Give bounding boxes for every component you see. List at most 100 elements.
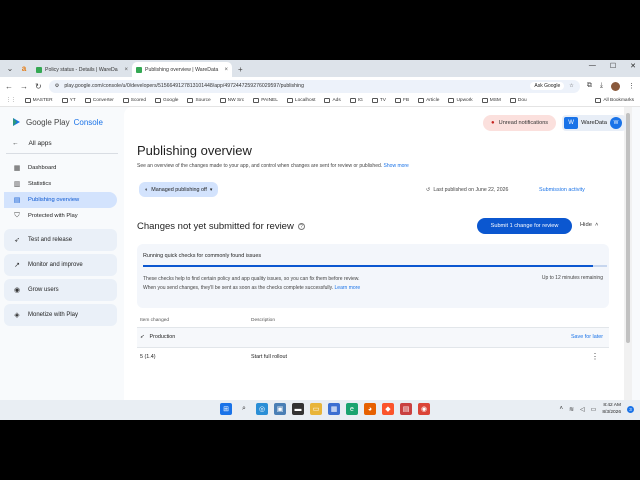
ask-google-button[interactable]: Ask Google [530, 82, 565, 90]
close-tab-icon[interactable]: × [224, 67, 228, 73]
download-icon[interactable]: ⤓ [600, 82, 603, 90]
folder-icon [418, 98, 425, 103]
sidebar-item-publishing-overview[interactable]: ▤ Publishing overview [4, 192, 117, 208]
submission-activity-link[interactable]: Submission activity [539, 187, 585, 193]
maximize-icon[interactable]: ☐ [610, 62, 616, 70]
url-text[interactable]: play.google.com/console/u/0/developers/5… [64, 83, 525, 89]
tab-publishing-overview[interactable]: Publishing overview | WareData × [132, 62, 232, 77]
all-apps-link[interactable]: ← All apps [12, 140, 52, 147]
sidebar-group-monitor-and-improve[interactable]: ↗ Monitor and improve [4, 254, 117, 276]
file-explorer-icon[interactable]: ▭ [310, 403, 322, 415]
tab-policy-status[interactable]: Policy status - Details | WareDa × [32, 62, 132, 77]
quick-checks-line2-wrap: When you send changes, they'll be sent a… [143, 284, 360, 293]
brave-icon[interactable]: ◆ [382, 403, 394, 415]
back-icon[interactable]: ← [5, 82, 13, 91]
bookmark-label: Localhost [294, 98, 316, 103]
sidebar-group-label: Test and release [28, 237, 73, 243]
bookmark-folder[interactable]: Upwork [448, 98, 473, 103]
new-tab-icon[interactable]: + [238, 65, 243, 74]
bookmark-folder[interactable]: FB [394, 98, 409, 103]
tab-search-icon[interactable]: ⌄ [4, 62, 16, 74]
bookmark-folder[interactable]: Ads [324, 98, 341, 103]
scrollbar-thumb[interactable] [626, 113, 630, 343]
bookmark-folder[interactable]: IG [349, 98, 363, 103]
profile-avatar[interactable] [611, 81, 620, 91]
bookmark-folder[interactable]: Dou [509, 98, 527, 103]
chevron-up-icon[interactable]: ˄ [559, 406, 563, 412]
bookmark-folder[interactable]: Converter [84, 98, 114, 103]
terminal-icon[interactable]: ▬ [292, 403, 304, 415]
minimize-icon[interactable]: — [589, 62, 596, 70]
apps-grid-icon[interactable]: ⋮⋮ [6, 98, 16, 103]
account-avatar[interactable]: W [610, 117, 622, 129]
bookmark-folder[interactable]: Source [187, 98, 211, 103]
play-console-logo[interactable]: Google Play Console [12, 117, 103, 127]
extensions-icon[interactable]: ⧉ [587, 82, 592, 90]
copilot-icon[interactable]: ◎ [256, 403, 268, 415]
help-icon[interactable]: ? [297, 223, 305, 230]
bookmark-label: TV [379, 98, 386, 103]
table-group-row-production: ➶ Production Save for later [137, 327, 609, 347]
edge-icon[interactable]: e [346, 403, 358, 415]
more-options-icon[interactable]: ⋮ [591, 352, 599, 361]
sidebar-item-dashboard[interactable]: ▦ Dashboard [4, 160, 117, 176]
reload-icon[interactable]: ↻ [35, 82, 42, 91]
table-row[interactable]: 5 (1.4) Start full rollout ⋮ [137, 347, 609, 367]
bookmark-folder[interactable]: MASTER [24, 98, 53, 103]
bookmark-label: Scored [130, 98, 146, 103]
site-info-icon[interactable]: ⚙ [55, 83, 60, 89]
menu-icon[interactable]: ⋮ [628, 82, 635, 90]
clock[interactable]: 8:42 AM 8/3/2026 [602, 402, 621, 416]
bookmark-folder[interactable]: Localhost [286, 98, 316, 103]
battery-icon[interactable]: ▭ [591, 406, 597, 413]
sidebar-group-test-and-release[interactable]: ➶ Test and release [4, 229, 117, 251]
bookmark-folder[interactable]: TV [371, 98, 386, 103]
volume-icon[interactable]: ◁ [580, 406, 585, 413]
show-more-link[interactable]: Show more [384, 163, 409, 169]
play-logo-icon [13, 118, 20, 126]
submit-for-review-button[interactable]: Submit 1 change for review [477, 218, 572, 234]
windows-start-icon[interactable]: ⊞ [220, 403, 232, 415]
forward-icon[interactable]: → [20, 82, 28, 91]
bookmark-folder[interactable]: PAINEL [253, 98, 278, 103]
sidebar-group-monetize-with-play[interactable]: ◈ Monetize with Play [4, 304, 117, 326]
quick-checks-line2: When you send changes, they'll be sent a… [143, 285, 334, 291]
managed-publishing-dropdown[interactable]: ◐ Managed publishing off ▾ [139, 182, 219, 197]
hide-button[interactable]: Hide ˄ [580, 222, 598, 228]
sidebar-item-protected-with-play[interactable]: ⛉ Protected with Play [4, 208, 117, 224]
notification-badge[interactable]: 3 [627, 405, 634, 413]
sidebar-group-label: Monitor and improve [28, 262, 83, 268]
folder-icon [324, 98, 331, 103]
close-tab-icon[interactable]: × [124, 67, 128, 73]
bookmark-star-icon[interactable]: ☆ [569, 83, 574, 89]
task-view-icon[interactable]: ▣ [274, 403, 286, 415]
all-bookmarks[interactable]: All Bookmarks [595, 98, 634, 103]
save-for-later-button[interactable]: Save for later [571, 334, 603, 340]
amazon-icon[interactable]: a [18, 62, 30, 74]
sidebar-group-grow-users[interactable]: ◉ Grow users [4, 279, 117, 301]
store-icon[interactable]: ▦ [328, 403, 340, 415]
wifi-icon[interactable]: ≋ [569, 406, 574, 413]
scrollbar[interactable] [624, 107, 632, 400]
tab-label: Policy status - Details | WareDa [45, 66, 118, 73]
bookmark-folder[interactable]: MSM [481, 98, 501, 103]
window-controls: — ☐ ✕ [589, 62, 636, 70]
learn-more-link[interactable]: Learn more [335, 285, 361, 291]
bookmark-folder[interactable]: Article [418, 98, 439, 103]
close-window-icon[interactable]: ✕ [630, 62, 636, 70]
account-switcher[interactable]: W WareData W [562, 115, 626, 131]
sidebar-item-statistics[interactable]: ▥ Statistics [4, 176, 117, 192]
bookmark-folder[interactable]: Google [155, 98, 178, 103]
bookmark-folder[interactable]: Scored [122, 98, 146, 103]
firefox-icon[interactable]: ◕ [364, 403, 376, 415]
bookmark-folder[interactable]: NW Src [219, 98, 244, 103]
bookmark-label: Ads [332, 98, 341, 103]
search-icon[interactable]: ⌕ [238, 403, 250, 415]
bookmark-folder[interactable]: YT [61, 98, 76, 103]
chrome-icon[interactable]: ◉ [418, 403, 430, 415]
calendar-icon[interactable]: ▤ [400, 403, 412, 415]
address-bar[interactable]: ⚙ play.google.com/console/u/0/developers… [48, 79, 580, 93]
folder-icon [187, 98, 194, 103]
bookmark-label: Source [195, 98, 211, 103]
unread-notifications-button[interactable]: ● Unread notifications [483, 115, 557, 131]
